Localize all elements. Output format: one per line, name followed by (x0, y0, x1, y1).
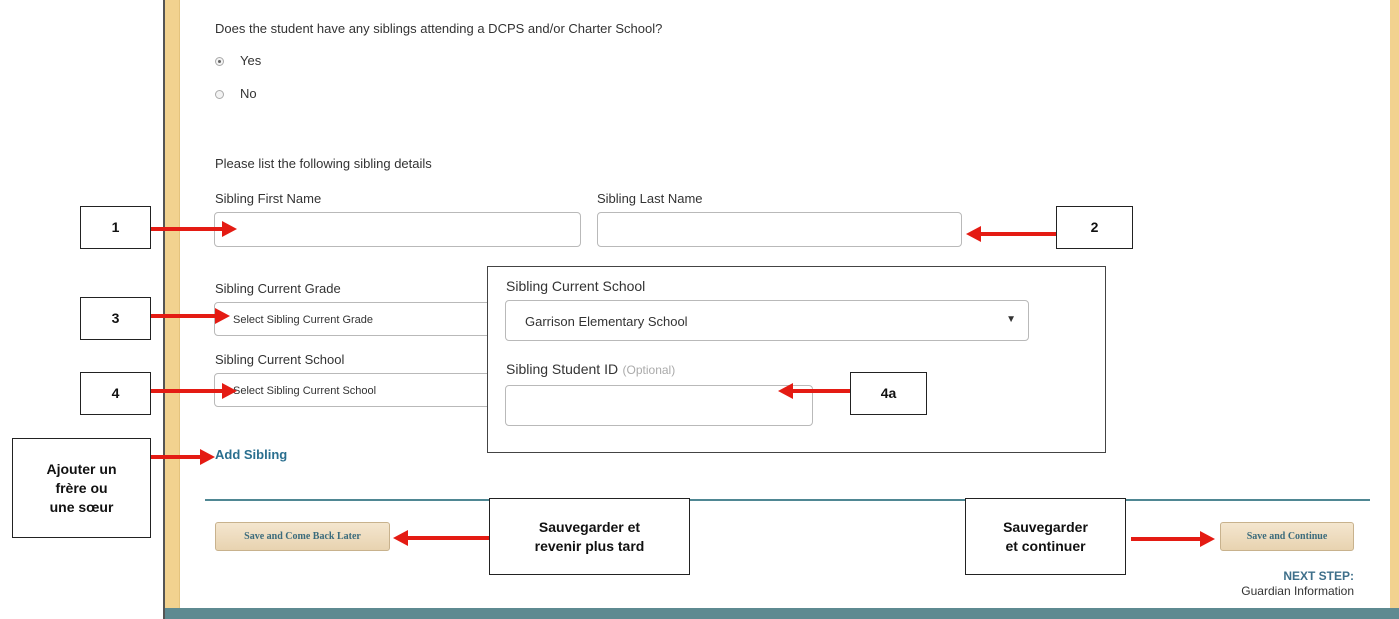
arrow-2-shaft (980, 232, 1056, 236)
arrow-4a-head (778, 383, 793, 399)
siblings-question: Does the student have any siblings atten… (215, 21, 663, 36)
annotation-4a: 4a (850, 372, 927, 415)
optional-hint: (Optional) (622, 363, 676, 377)
chevron-down-icon: ▼ (1006, 314, 1016, 325)
save-and-continue-button[interactable]: Save and Continue (1220, 522, 1354, 551)
arrow-2-head (966, 226, 981, 242)
grade-select-value: Select Sibling Current Grade (233, 314, 374, 326)
page-right-border (1390, 0, 1399, 619)
page-left-border (165, 0, 179, 619)
radio-no-input[interactable] (215, 90, 224, 99)
grade-select[interactable]: Select Sibling Current Grade (214, 302, 494, 336)
first-name-input[interactable] (214, 212, 581, 247)
last-name-label: Sibling Last Name (597, 191, 703, 206)
annotation-add-line2: frère ou (55, 479, 108, 496)
annotation-1: 1 (80, 206, 151, 249)
annotation-save-later: Sauvegarder et revenir plus tard (489, 498, 690, 575)
callout-zoom-box: Sibling Current School Garrison Elementa… (487, 266, 1106, 453)
arrow-add-sibling-head (200, 449, 215, 465)
radio-yes-input[interactable] (215, 57, 224, 66)
student-id-input[interactable] (505, 385, 813, 426)
arrow-add-sibling-shaft (151, 455, 202, 459)
annotation-add-line3: une sœur (49, 498, 114, 515)
page-border-line (179, 0, 180, 619)
radio-no-label: No (240, 86, 257, 101)
annotation-add-line1: Ajouter un (46, 460, 117, 477)
callout-school-value: Garrison Elementary School (525, 314, 688, 329)
radio-option-yes[interactable]: Yes (215, 53, 335, 69)
annotation-save-continue: Sauvegarder et continuer (965, 498, 1126, 575)
arrow-4-head (222, 383, 237, 399)
save-and-come-back-later-button[interactable]: Save and Come Back Later (215, 522, 390, 551)
annotation-save-later-line2: revenir plus tard (534, 537, 645, 554)
footer-bar (165, 608, 1399, 619)
school-label: Sibling Current School (215, 352, 345, 367)
annotation-save-continue-line2: et continuer (1005, 537, 1086, 554)
callout-student-id-label: Sibling Student ID (Optional) (506, 361, 675, 379)
annotation-2: 2 (1056, 206, 1133, 249)
arrow-save-continue-shaft (1131, 537, 1202, 541)
next-step-label: NEXT STEP: (1283, 569, 1354, 583)
annotation-add-sibling: Ajouter un frère ou une sœur (12, 438, 151, 538)
radio-yes-label: Yes (240, 53, 262, 68)
arrow-4-shaft (151, 389, 224, 393)
grade-label: Sibling Current Grade (215, 281, 341, 296)
section-divider (205, 499, 1370, 501)
radio-option-no[interactable]: No (215, 86, 335, 102)
last-name-input[interactable] (597, 212, 962, 247)
arrow-save-later-head (393, 530, 408, 546)
next-step-value: Guardian Information (1241, 584, 1354, 598)
annotation-4: 4 (80, 372, 151, 415)
arrow-3-head (215, 308, 230, 324)
sibling-details-intro: Please list the following sibling detail… (215, 156, 432, 171)
annotation-save-later-line1: Sauvegarder et (538, 518, 641, 535)
school-select-value: Select Sibling Current School (233, 385, 377, 397)
arrow-3-shaft (151, 314, 217, 318)
arrow-1-shaft (151, 227, 224, 231)
annotation-save-continue-line1: Sauvegarder (1003, 518, 1088, 535)
arrow-4a-shaft (792, 389, 850, 393)
arrow-save-later-shaft (407, 536, 489, 540)
callout-school-label: Sibling Current School (506, 278, 646, 294)
student-id-label-text: Sibling Student ID (506, 361, 619, 377)
arrow-1-head (222, 221, 237, 237)
add-sibling-link[interactable]: Add Sibling (215, 447, 287, 462)
school-select[interactable]: Select Sibling Current School (214, 373, 494, 407)
first-name-label: Sibling First Name (215, 191, 322, 206)
callout-school-select[interactable]: Garrison Elementary School ▼ (505, 300, 1029, 341)
arrow-save-continue-head (1200, 531, 1215, 547)
annotation-3: 3 (80, 297, 151, 340)
